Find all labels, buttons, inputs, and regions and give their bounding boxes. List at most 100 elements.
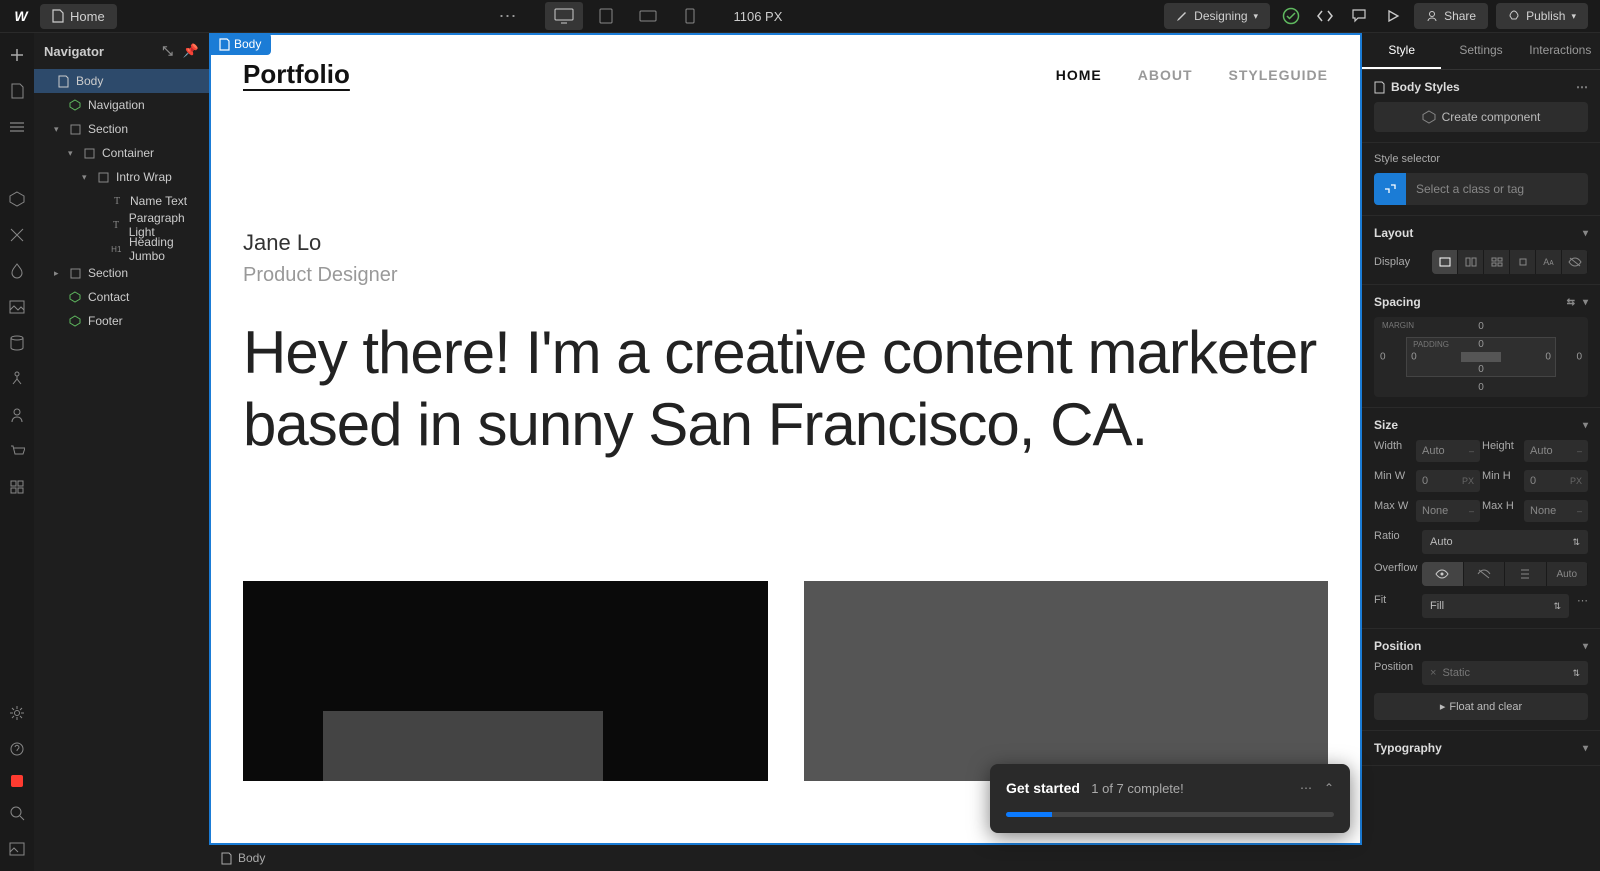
tree-item-body[interactable]: Body [34,69,209,93]
create-component-button[interactable]: Create component [1374,102,1588,132]
height-input[interactable]: Auto– [1524,440,1588,462]
webflow-logo[interactable]: W [10,5,32,27]
site-logo[interactable]: Portfolio [243,59,350,90]
more-icon[interactable]: ⋯ [1576,80,1588,94]
tree-item-intro-wrap[interactable]: ▾Intro Wrap [34,165,209,189]
position-select[interactable]: ×Static ⇅ [1422,661,1588,685]
menu-styleguide[interactable]: STYLEGUIDE [1229,67,1328,83]
tab-interactions[interactable]: Interactions [1521,33,1600,69]
display-inline[interactable]: Aᴀ [1536,250,1562,274]
home-page-button[interactable]: Home [40,4,117,29]
minw-input[interactable]: 0PX [1416,470,1480,492]
breakpoint-landscape[interactable] [629,2,667,30]
tree-item-footer[interactable]: Footer [34,309,209,333]
canvas-width-label: 1106 PX [733,9,782,24]
maxh-input[interactable]: None– [1524,500,1588,522]
search-icon[interactable] [7,803,27,823]
popup-more-icon[interactable]: ⋯ [1300,781,1312,795]
minh-input[interactable]: 0PX [1524,470,1588,492]
breakpoint-desktop[interactable] [545,2,583,30]
more-icon[interactable]: ⋯ [1577,594,1588,618]
design-canvas[interactable]: Portfolio HOME ABOUT STYLEGUIDE Jane Lo … [209,33,1362,845]
maxw-input[interactable]: None– [1416,500,1480,522]
display-grid[interactable] [1484,250,1510,274]
breakpoint-tablet[interactable] [587,2,625,30]
variables-icon[interactable] [7,225,27,245]
class-selector[interactable]: Select a class or tag [1374,173,1588,205]
chevron-down-icon[interactable]: ▾ [1583,743,1588,754]
tree-item-container[interactable]: ▾Container [34,141,209,165]
selected-body-tag[interactable]: Body [209,33,271,55]
video-icon[interactable] [11,775,23,787]
typography-header: Typography [1374,741,1442,755]
project-card-2[interactable] [804,581,1329,781]
overflow-scroll[interactable] [1505,562,1547,586]
spacing-editor[interactable]: MARGIN 0 0 0 0 PADDING 0 0 0 0 [1374,317,1588,397]
components-icon[interactable] [7,189,27,209]
checkmark-icon[interactable] [1278,3,1304,29]
logic-icon[interactable] [7,369,27,389]
role-text[interactable]: Product Designer [243,264,1328,287]
navigator-icon[interactable] [7,117,27,137]
display-block[interactable] [1432,250,1458,274]
publish-button[interactable]: Publish ▾ [1496,3,1588,29]
display-flex[interactable] [1458,250,1484,274]
share-button[interactable]: Share [1414,3,1488,29]
collapse-icon[interactable]: ⤡ [162,43,172,59]
size-header: Size [1374,418,1398,432]
chevron-down-icon[interactable]: ▾ [1583,420,1588,431]
tree-item-section[interactable]: ▸Section [34,261,209,285]
heading-jumbo[interactable]: Hey there! I'm a creative content market… [243,317,1328,461]
breadcrumb[interactable]: Body [209,845,1362,871]
project-card-1[interactable] [243,581,768,781]
add-icon[interactable] [7,45,27,65]
breakpoint-mobile[interactable] [671,2,709,30]
tree-item-paragraph-light[interactable]: TParagraph Light [34,213,209,237]
settings-icon[interactable] [7,703,27,723]
tree-item-contact[interactable]: Contact [34,285,209,309]
display-inline-block[interactable] [1510,250,1536,274]
tab-style[interactable]: Style [1362,33,1441,69]
tree-item-name-text[interactable]: TName Text [34,189,209,213]
ratio-select[interactable]: Auto⇅ [1422,530,1588,554]
chevron-down-icon[interactable]: ▾ [1583,228,1588,239]
position-header: Position [1374,639,1421,653]
styles-icon[interactable] [7,261,27,281]
chevron-down-icon[interactable]: ▾ [1583,297,1588,308]
name-text[interactable]: Jane Lo [243,230,1328,256]
code-icon[interactable] [1312,3,1338,29]
layout-header: Layout [1374,226,1413,240]
overflow-hidden[interactable] [1464,562,1506,586]
pin-icon[interactable]: 📌 [183,43,199,59]
popup-collapse-icon[interactable]: ⌃ [1324,781,1334,795]
popup-progress [1006,812,1334,817]
apps-icon[interactable] [7,477,27,497]
chevron-down-icon[interactable]: ▾ [1583,641,1588,652]
fit-select[interactable]: Fill⇅ [1422,594,1569,618]
tree-item-heading-jumbo[interactable]: H1Heading Jumbo [34,237,209,261]
audit-icon[interactable] [7,839,27,859]
menu-about[interactable]: ABOUT [1138,67,1193,83]
tree-item-section[interactable]: ▾Section [34,117,209,141]
ecommerce-icon[interactable] [7,441,27,461]
help-icon[interactable] [7,739,27,759]
tab-settings[interactable]: Settings [1441,33,1520,69]
designing-mode-button[interactable]: Designing ▾ [1164,3,1270,29]
spacing-options-icon[interactable]: ⇆ [1567,297,1575,308]
more-icon[interactable]: ⋯ [498,6,517,27]
spacing-header: Spacing [1374,295,1421,309]
assets-icon[interactable] [7,297,27,317]
overflow-auto[interactable]: Auto [1547,562,1589,586]
cms-icon[interactable] [7,333,27,353]
display-none[interactable] [1562,250,1588,274]
menu-home[interactable]: HOME [1056,67,1102,83]
style-selector-label: Style selector [1374,153,1588,165]
users-icon[interactable] [7,405,27,425]
preview-icon[interactable] [1380,3,1406,29]
comment-icon[interactable] [1346,3,1372,29]
pages-icon[interactable] [7,81,27,101]
tree-item-navigation[interactable]: Navigation [34,93,209,117]
width-input[interactable]: Auto– [1416,440,1480,462]
overflow-visible[interactable] [1422,562,1464,586]
float-clear-button[interactable]: ▸Float and clear [1374,693,1588,720]
